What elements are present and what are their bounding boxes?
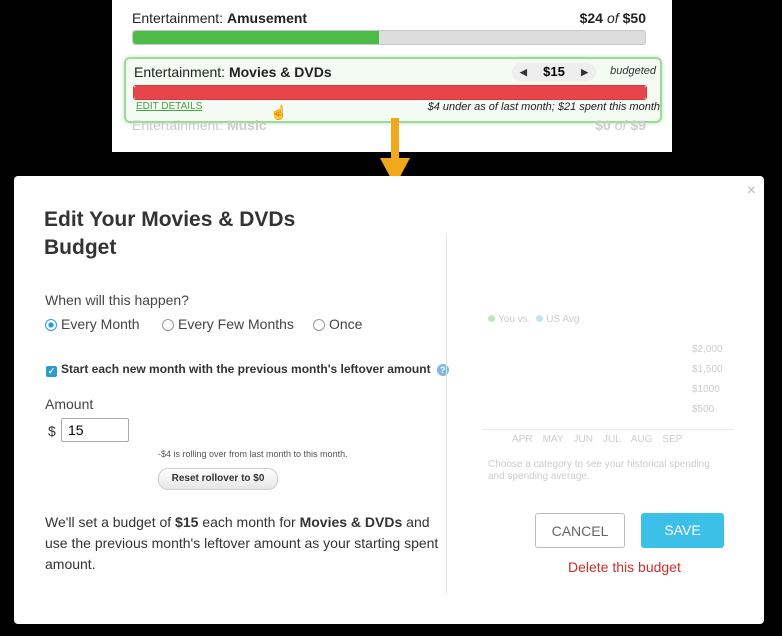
radio-unselected-icon (313, 319, 325, 331)
decrement-arrow-icon[interactable]: ◀ (520, 63, 527, 81)
close-icon[interactable]: × (747, 182, 756, 200)
budget-stepper[interactable]: ◀ $15 ▶ (512, 63, 596, 81)
budget-amount: $24 of $50 (579, 10, 646, 26)
radio-every-month[interactable]: Every Month (45, 316, 140, 332)
progress-bar-amusement (132, 30, 646, 45)
radio-every-few-months[interactable]: Every Few Months (162, 316, 294, 332)
delete-budget-link[interactable]: Delete this budget (568, 559, 681, 575)
progress-fill (134, 86, 646, 99)
leftover-checkbox-row[interactable]: ✓ Start each new month with the previous … (46, 362, 449, 377)
progress-fill (133, 31, 379, 44)
rollover-note: -$4 is rolling over from last month to t… (158, 449, 348, 459)
budget-row-amusement[interactable]: Entertainment: Amusement $24 of $50 (132, 10, 646, 26)
edit-budget-modal: × Edit Your Movies & DVDs Budget When wi… (14, 176, 764, 624)
y-axis-label: $500 (692, 404, 715, 415)
edit-details-link[interactable]: EDIT DETAILS (136, 101, 202, 112)
save-button[interactable]: SAVE (641, 513, 724, 548)
stepper-value: $15 (543, 64, 565, 79)
budget-summary: We'll set a budget of $15 each month for… (45, 514, 439, 572)
chart-legend: You vs. US Avg (488, 314, 579, 325)
frequency-question: When will this happen? (45, 292, 189, 308)
budgeted-label: budgeted (610, 65, 656, 77)
checkbox-checked-icon[interactable]: ✓ (46, 366, 57, 377)
month-labels: APR MAY JUN JUL AUG SEP (512, 434, 683, 445)
radio-unselected-icon (162, 319, 174, 331)
legend-dot-icon (488, 315, 495, 322)
legend-dot-icon (536, 315, 544, 322)
chart-hint: Choose a category to see your historical… (488, 459, 710, 482)
budget-category: Entertainment: (132, 10, 224, 26)
budget-category: Entertainment: (134, 64, 226, 80)
radio-once[interactable]: Once (313, 316, 362, 332)
y-axis-label: $2,000 (692, 344, 723, 355)
amount-label: Amount (45, 396, 94, 412)
chart-axis (482, 429, 734, 430)
increment-arrow-icon[interactable]: ▶ (581, 63, 588, 81)
cancel-button[interactable]: CANCEL (535, 513, 625, 548)
column-divider (446, 234, 447, 594)
amount-input[interactable] (61, 418, 129, 442)
budget-row-movies-selected[interactable]: Entertainment: Movies & DVDs ◀ $15 ▶ bud… (124, 57, 662, 123)
checkbox-label: Start each new month with the previous m… (61, 362, 431, 376)
radio-selected-icon (45, 319, 57, 331)
budget-name: Amusement (226, 10, 308, 26)
y-axis-label: $1,500 (692, 364, 723, 375)
y-axis-label: $1000 (692, 384, 720, 395)
reset-rollover-button[interactable]: Reset rollover to $0 (158, 468, 278, 490)
progress-bar-movies (133, 85, 647, 100)
currency-symbol: $ (48, 423, 56, 439)
modal-title: Edit Your Movies & DVDs Budget (44, 208, 296, 259)
budget-name: Movies & DVDs (228, 64, 332, 80)
budget-status-note: $4 under as of last month; $21 spent thi… (427, 101, 660, 113)
